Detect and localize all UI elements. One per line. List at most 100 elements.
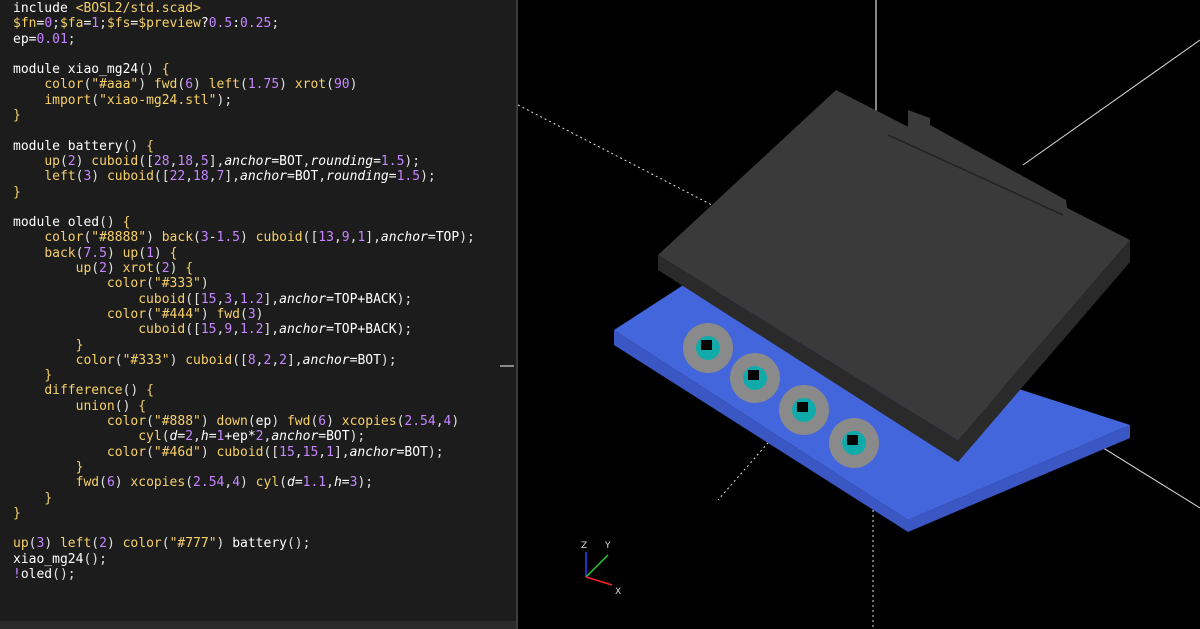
code-line[interactable]: $fn=0;$fa=1;$fs=$preview?0.5:0.25; [13,16,475,31]
code-token: left [59,536,92,552]
code-token: ( [91,536,100,552]
code-token: "#777" [169,536,217,552]
code-line[interactable]: color("#333") cuboid([8,2,2],anchor=BOT)… [13,353,475,368]
code-line[interactable]: union() { [13,399,475,414]
code-line[interactable]: difference() { [13,383,475,398]
code-token: , [271,352,280,368]
code-token: 1.5 [216,230,241,246]
code-token: h [200,429,209,445]
code-token: xcopies [130,475,186,491]
code-token: { [138,398,147,414]
code-line[interactable]: up(2) cuboid([28,18,5],anchor=BOT,roundi… [13,154,475,169]
code-token: 1.1 [302,475,327,491]
code-line[interactable]: color("#444") fwd(3) [13,307,475,322]
code-token: ) [193,77,209,93]
viewport-render[interactable]: Z Y X [518,0,1200,629]
code-line[interactable]: left(3) cuboid([22,18,7],anchor=BOT,roun… [13,169,475,184]
code-line[interactable]: !oled(); [13,567,475,582]
code-token: 5 [200,153,209,169]
code-line[interactable]: cuboid([15,3,1.2],anchor=TOP+BACK); [13,292,475,307]
code-token: "#333" [153,276,201,292]
code-token: , [193,429,201,445]
code-token: xrot [122,261,154,277]
code-token: "#8888" [91,230,147,246]
code-token: ([ [185,322,201,338]
code-line[interactable]: module battery() { [13,139,475,154]
code-line[interactable]: fwd(6) xcopies(2.54,4) cyl(d=1.1,h=3); [13,475,475,490]
editor-horizontal-scrollbar[interactable] [0,621,516,629]
code-token: ; [52,16,60,32]
code-token: ([ [232,352,248,368]
code-line[interactable]: color("#333") [13,276,475,291]
code-line[interactable]: back(7.5) up(1) { [13,246,475,261]
code-token: 15 [302,444,319,460]
code-line[interactable]: module xiao_mg24() { [13,62,475,77]
code-token: ([ [263,444,280,460]
code-line[interactable]: cyl(d=2,h=1+ep*2,anchor=BOT); [13,429,475,444]
code-token: , [294,444,303,460]
code-token: ) [153,245,170,261]
code-text[interactable]: include <BOSL2/std.scad> $fn=0;$fa=1;$fs=… [13,1,475,582]
code-token: color [106,444,147,460]
code-line[interactable]: up(3) left(2) color("#777") battery(); [13,536,475,551]
code-token: module [13,138,68,154]
code-token: 1 [146,245,154,261]
code-token: , [232,322,240,338]
code-line[interactable] [13,200,475,215]
code-token: 3 [200,230,209,246]
code-token: 1.5 [380,153,405,169]
code-line[interactable]: } [13,108,475,123]
code-line[interactable]: } [13,368,475,383]
code-line[interactable]: xiao_mg24(); [13,552,475,567]
code-token: ( [161,429,170,445]
code-line[interactable]: include <BOSL2/std.scad> [13,1,475,16]
code-token: = [318,429,327,445]
code-line[interactable] [13,47,475,62]
code-token: ) [138,77,154,93]
code-token: ) [106,261,123,277]
code-line[interactable]: color("#46d") cuboid([15,15,1],anchor=BO… [13,445,475,460]
code-line[interactable]: } [13,491,475,506]
code-line[interactable]: cuboid([15,9,1.2],anchor=TOP+BACK); [13,322,475,337]
code-token: "#aaa" [91,77,139,93]
code-token: ( [193,230,201,246]
code-editor[interactable]: include <BOSL2/std.scad> $fn=0;$fa=1;$fs=… [0,0,516,629]
code-line[interactable]: } [13,185,475,200]
code-token: 90 [333,77,350,93]
code-line[interactable]: color("#888") down(ep) fwd(6) xcopies(2.… [13,414,475,429]
code-line[interactable]: } [13,338,475,353]
code-token: ep [13,31,29,47]
code-token: ) [200,276,209,292]
code-token: 2 [185,429,194,445]
code-line[interactable]: up(2) xrot(2) { [13,261,475,276]
code-token: cuboid [138,291,186,307]
code-line[interactable] [13,521,475,536]
code-token: 1.5 [396,169,421,185]
code-token: ( [146,276,154,292]
code-token: xcopies [341,414,397,430]
code-token: TOP [435,230,460,246]
code-token: "xiao-mg24.stl" [99,92,217,108]
3d-viewport[interactable]: Z Y X [518,0,1200,629]
code-line[interactable]: color("#8888") back(3-1.5) cuboid([13,9,… [13,230,475,245]
code-token: import [44,92,92,108]
code-line[interactable]: ep=0.01; [13,32,475,47]
code-line[interactable]: import("xiao-mg24.stl"); [13,93,475,108]
code-line[interactable] [13,123,475,138]
code-token: ( [91,92,100,108]
code-token: ) [326,414,342,430]
code-token: ? [200,16,209,32]
code-token: ); [420,169,436,185]
code-token: () [122,138,147,154]
code-line[interactable]: module oled() { [13,215,475,230]
code-line[interactable]: color("#aaa") fwd(6) left(1.75) xrot(90) [13,77,475,92]
code-line[interactable]: } [13,506,475,521]
code-token: ([ [138,153,154,169]
code-token: ) [240,230,256,246]
code-line[interactable]: } [13,460,475,475]
splitter-grip[interactable] [500,365,514,367]
